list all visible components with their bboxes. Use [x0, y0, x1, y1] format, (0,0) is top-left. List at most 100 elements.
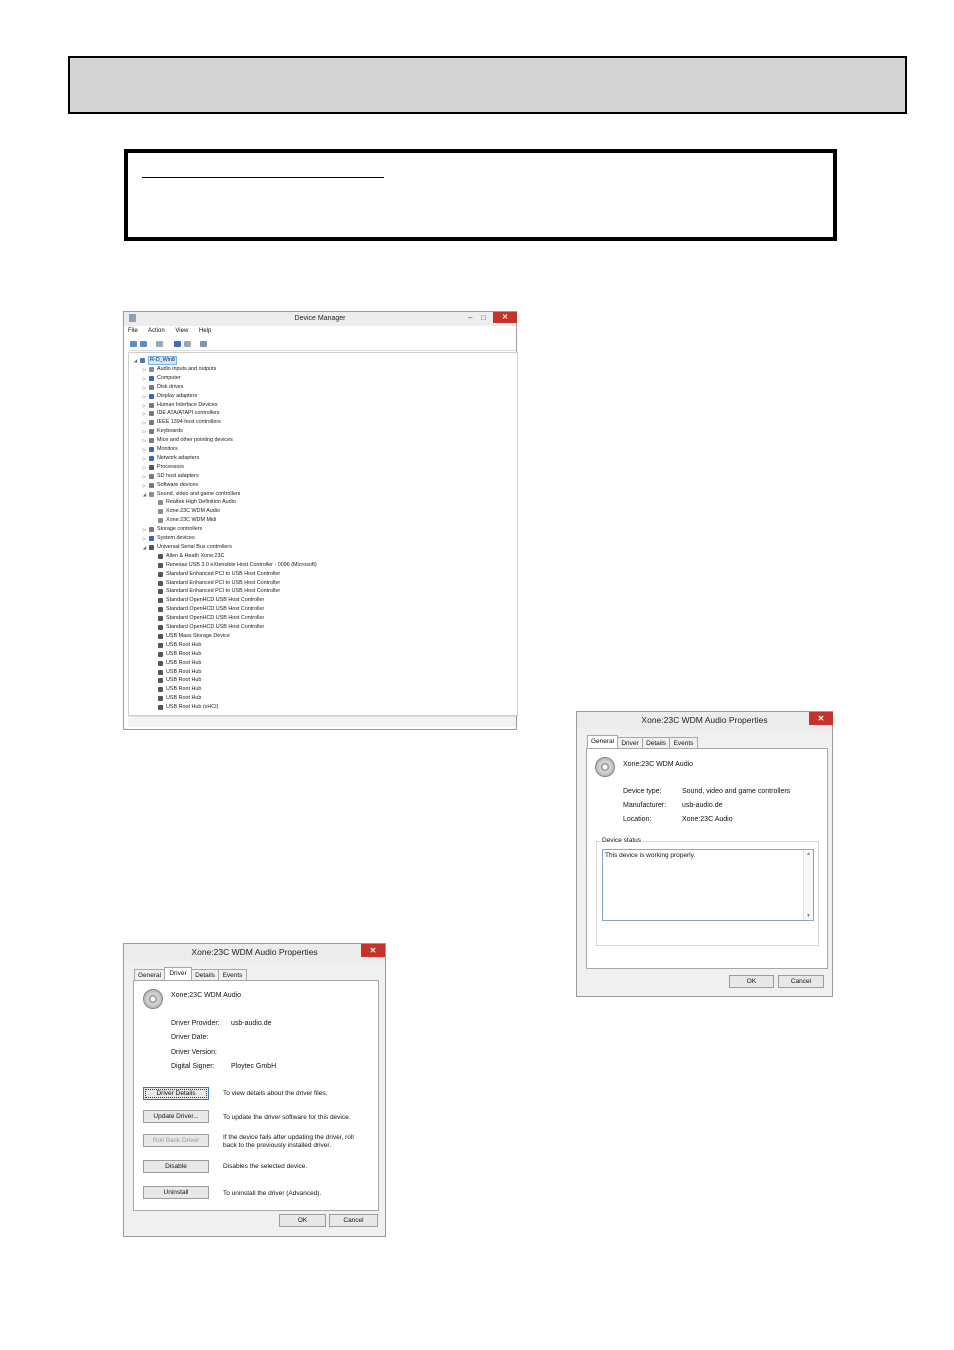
collapsed-arrow-icon[interactable]: ▷ — [142, 481, 147, 490]
tree-item-label: SD host adapters — [157, 472, 199, 479]
menu-action[interactable]: Action — [148, 328, 165, 334]
collapsed-arrow-icon[interactable]: ▷ — [142, 392, 147, 401]
note-box — [124, 149, 837, 241]
device-category-icon — [149, 384, 154, 390]
properties-icon[interactable] — [156, 341, 163, 347]
driver-dialog-title: Xone:23C WDM Audio Properties — [191, 947, 318, 957]
device-category-icon — [149, 438, 154, 444]
driver-provider-value: usb-audio.de — [231, 1020, 272, 1027]
collapsed-arrow-icon[interactable]: ▷ — [142, 525, 147, 534]
device-category-icon — [149, 411, 154, 417]
device-category-icon — [149, 455, 154, 461]
collapsed-arrow-icon[interactable]: ▷ — [142, 472, 147, 481]
device-category-icon — [158, 633, 163, 639]
maximize-icon[interactable]: □ — [481, 313, 486, 322]
collapsed-arrow-icon[interactable]: ▷ — [142, 463, 147, 472]
device-category-icon — [149, 473, 154, 479]
device-type-label: Device type: — [623, 788, 662, 795]
tree-item-label: Allen & Heath Xone:23C — [166, 552, 225, 559]
device-category-icon — [158, 696, 163, 702]
collapsed-arrow-icon[interactable]: ▷ — [142, 401, 147, 410]
note-underline — [142, 177, 384, 178]
view-icon[interactable] — [184, 341, 191, 347]
close-button[interactable]: ✕ — [493, 312, 517, 323]
tree-item-label: Monitors — [157, 446, 178, 452]
help-icon[interactable] — [174, 341, 181, 347]
driver-close-button[interactable]: ✕ — [361, 944, 385, 957]
device-category-icon — [149, 491, 154, 497]
update-driver-button[interactable]: Update Driver... — [143, 1110, 209, 1123]
uninstall-button[interactable]: Uninstall — [143, 1186, 209, 1199]
back-icon[interactable] — [130, 341, 137, 347]
tree-item-label: USB Root Hub — [166, 677, 202, 684]
tree-item-label: Display adapters — [157, 392, 198, 399]
driver-details-desc: To view details about the driver files. — [223, 1090, 328, 1097]
collapsed-arrow-icon[interactable]: ▷ — [142, 436, 147, 445]
device-category-icon — [149, 393, 154, 399]
driver-dialog-titlebar: Xone:23C WDM Audio Properties — [124, 944, 385, 961]
tree-item-label: USB Root Hub — [166, 695, 202, 702]
device-category-icon — [158, 509, 163, 515]
uninstall-desc: To uninstall the driver (Advanced). — [223, 1190, 322, 1197]
general-ok-button[interactable]: OK — [729, 975, 774, 988]
device-category-icon — [158, 598, 163, 604]
minimize-icon[interactable]: – — [468, 313, 472, 322]
device-category-icon — [158, 705, 163, 711]
device-category-icon — [149, 420, 154, 426]
disable-button[interactable]: Disable — [143, 1160, 209, 1173]
manufacturer-value: usb-audio.de — [682, 802, 723, 809]
tree-item-label: Network adapters — [157, 454, 200, 461]
general-close-button[interactable]: ✕ — [809, 712, 833, 725]
general-dialog-title: Xone:23C WDM Audio Properties — [641, 715, 768, 725]
device-category-icon — [158, 642, 163, 648]
collapsed-arrow-icon[interactable]: ▷ — [142, 418, 147, 427]
general-cancel-button[interactable]: Cancel — [778, 975, 824, 988]
device-category-icon — [149, 429, 154, 435]
device-category-icon — [158, 553, 163, 559]
collapsed-arrow-icon[interactable]: ▷ — [142, 409, 147, 418]
driver-device-name: Xone:23C WDM Audio — [171, 992, 242, 999]
tree-item-label: USB Root Hub — [166, 650, 202, 657]
driver-cancel-button[interactable]: Cancel — [329, 1214, 378, 1227]
tree-item-label: Xone:23C WDM Audio — [166, 508, 220, 515]
collapsed-arrow-icon[interactable]: ▷ — [142, 454, 147, 463]
collapsed-arrow-icon[interactable]: ▷ — [142, 374, 147, 383]
scroll-down-icon[interactable]: ▼ — [806, 913, 811, 919]
tree-item-label: Standard OpenHCD USB Host Controller — [166, 624, 265, 630]
tree-item-label: Xone:23C WDM Midi — [166, 517, 217, 524]
device-category-icon — [158, 580, 163, 586]
tree-item-label: Universal Serial Bus controllers — [157, 543, 232, 550]
expanded-arrow-icon[interactable]: ◢ — [133, 356, 138, 365]
device-status-textarea[interactable]: This device is working properly. ▲ ▼ — [602, 849, 814, 921]
forward-icon[interactable] — [140, 341, 147, 347]
digital-signer-value: Ploytec GmbH — [231, 1063, 277, 1070]
tree-item-label: System devices — [157, 535, 195, 541]
collapsed-arrow-icon[interactable]: ▷ — [142, 383, 147, 392]
tree-item-label: Human Interface Devices — [157, 401, 218, 408]
collapsed-arrow-icon[interactable]: ▷ — [142, 445, 147, 454]
device-category-icon — [158, 571, 163, 577]
device-category-icon — [158, 518, 163, 524]
tree-item-label: Sound, video and game controllers — [157, 490, 241, 497]
scan-hardware-icon[interactable] — [200, 341, 207, 347]
collapsed-arrow-icon[interactable]: ▷ — [142, 365, 147, 374]
driver-ok-button[interactable]: OK — [279, 1214, 326, 1227]
tree-item-label: USB Root Hub — [166, 686, 202, 693]
status-scrollbar[interactable]: ▲ ▼ — [803, 850, 813, 920]
device-status-label: Device status — [601, 837, 643, 844]
tree-item-label: USB Root Hub — [166, 668, 202, 675]
roll-back-desc-line2: back to the previously installed driver. — [223, 1142, 332, 1149]
general-properties-dialog: Xone:23C WDM Audio Properties ✕ General … — [576, 711, 833, 997]
roll-back-driver-button[interactable]: Roll Back Driver — [143, 1134, 209, 1147]
expanded-arrow-icon[interactable]: ◢ — [142, 490, 147, 499]
menu-file[interactable]: File — [128, 328, 138, 334]
device-category-icon — [149, 527, 154, 533]
menu-help[interactable]: Help — [199, 328, 211, 334]
general-device-name: Xone:23C WDM Audio — [623, 761, 694, 768]
driver-details-button[interactable]: Driver Details — [143, 1087, 209, 1100]
collapsed-arrow-icon[interactable]: ▷ — [142, 427, 147, 436]
scroll-up-icon[interactable]: ▲ — [806, 851, 811, 857]
collapsed-arrow-icon[interactable]: ▷ — [142, 534, 147, 543]
menu-view[interactable]: View — [175, 328, 188, 334]
expanded-arrow-icon[interactable]: ◢ — [142, 543, 147, 552]
